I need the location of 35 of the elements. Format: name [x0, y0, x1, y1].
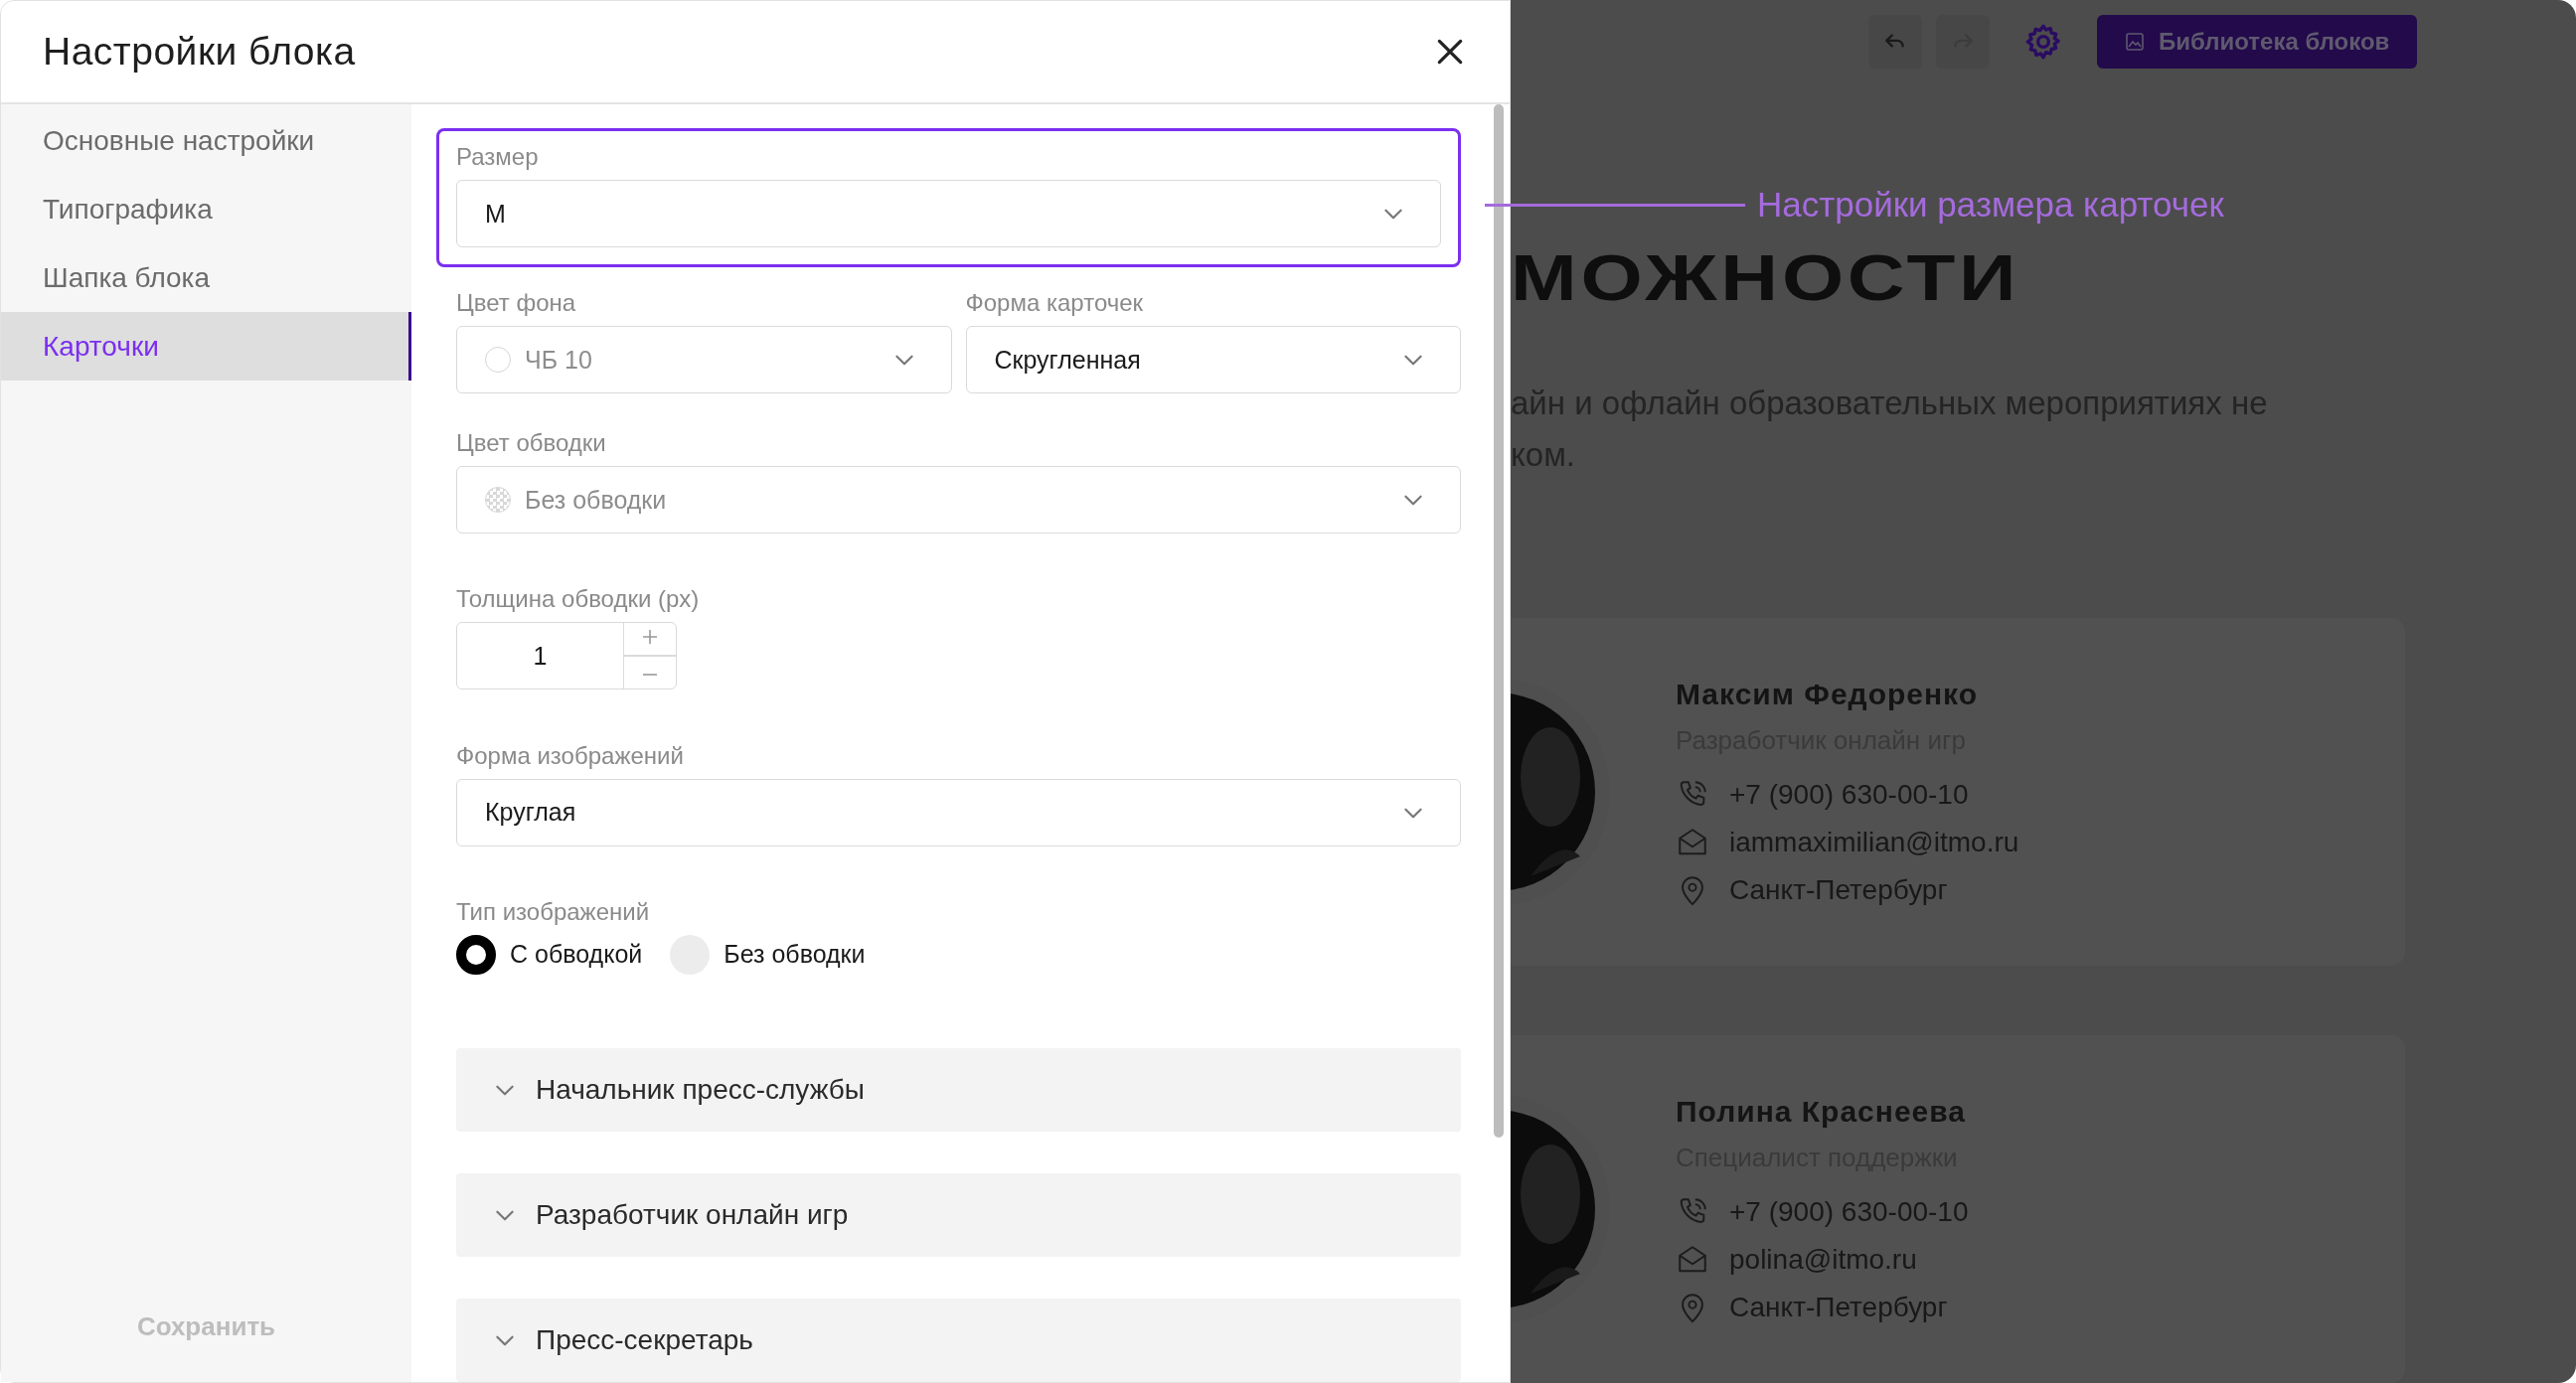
field-label: Толщина обводки (px): [456, 585, 701, 614]
field-label: Тип изображений: [456, 897, 651, 926]
sidebar-item[interactable]: Карточки: [1, 312, 411, 381]
accordion-header[interactable]: Начальник пресс-службы: [456, 1048, 1461, 1132]
select-field[interactable]: Скругленная: [965, 326, 1461, 393]
page-heading: МОЖНОСТИ: [1511, 241, 2021, 315]
select-field[interactable]: Круглая: [456, 778, 1461, 846]
radio-button[interactable]: [456, 934, 496, 975]
email-address: iammaximilian@itmo.ru: [1729, 826, 2019, 858]
phone-number: +7 (900) 630-00-10: [1729, 778, 1969, 811]
radio-label[interactable]: С обводкой: [510, 940, 643, 970]
field-label: Размер: [456, 143, 540, 171]
undo-button[interactable]: [1868, 14, 1922, 69]
accordion-header[interactable]: Пресс-секретарь: [456, 1299, 1461, 1382]
radio-label[interactable]: Без обводки: [724, 940, 866, 970]
city: Санкт-Петербург: [1729, 1291, 1948, 1323]
image-icon: [2125, 31, 2145, 52]
accordion-header[interactable]: Разработчик онлайн игр: [456, 1173, 1461, 1257]
person-name: Полина Краснеева: [1676, 1094, 1967, 1129]
number-field[interactable]: 1: [456, 622, 677, 691]
sidebar-item[interactable]: Типографика: [1, 175, 411, 243]
field-label: Цвет фона: [456, 289, 577, 317]
person-name: Максим Федоренко: [1676, 677, 1980, 711]
field-label: Форма карточек: [965, 289, 1145, 317]
annotation-label: Настройки размера карточек: [1757, 185, 2224, 225]
sidebar-item[interactable]: Основные настройки: [1, 106, 411, 175]
sidebar-item[interactable]: Шапка блока: [1, 243, 411, 312]
scrollbar-thumb[interactable]: [1494, 104, 1504, 1138]
modal-title: Настройки блока: [43, 30, 356, 74]
city: Санкт-Петербург: [1729, 873, 1948, 906]
phone-number: +7 (900) 630-00-10: [1729, 1195, 1969, 1228]
field-label: Форма изображений: [456, 741, 685, 770]
field-label: Цвет обводки: [456, 429, 607, 457]
select-field[interactable]: M: [456, 180, 1441, 247]
email-address: polina@itmo.ru: [1729, 1243, 1917, 1276]
